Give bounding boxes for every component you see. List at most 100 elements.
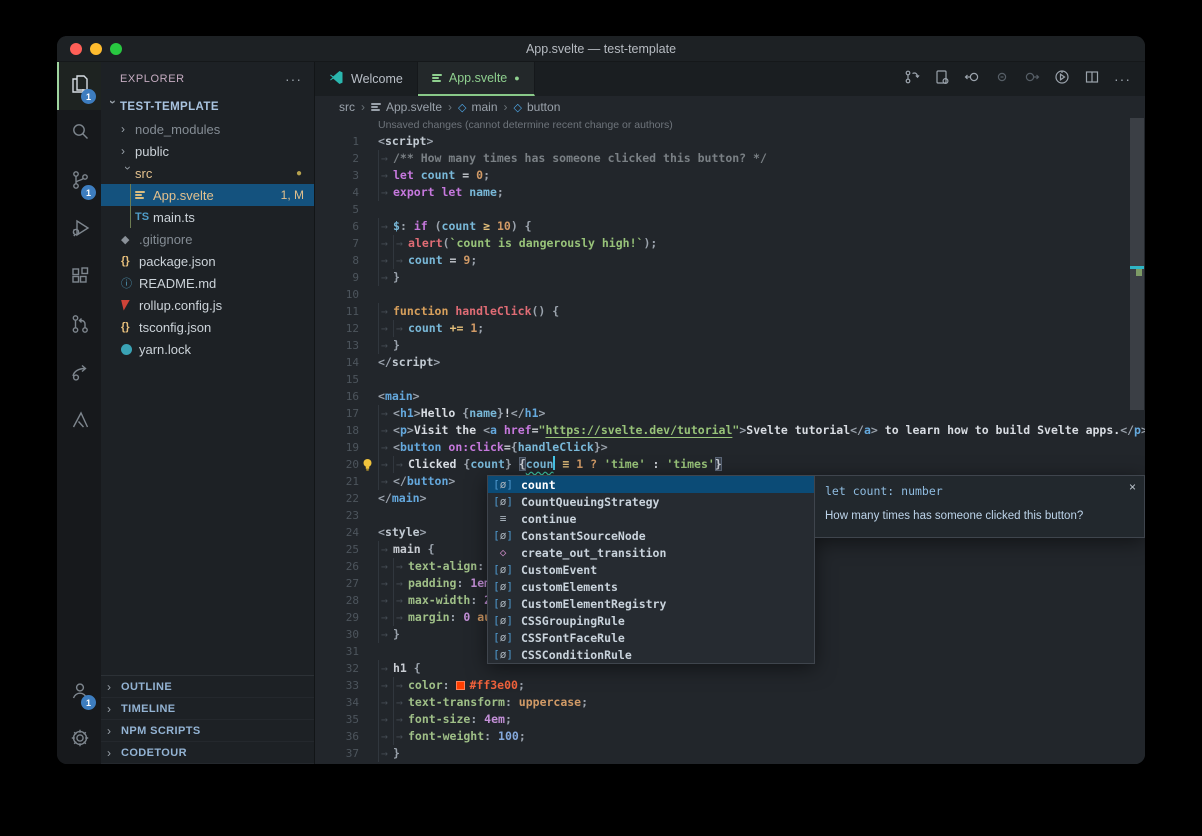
code-line[interactable]: 8→→count = 9; <box>315 252 1145 269</box>
code-line[interactable]: 4→export let name; <box>315 184 1145 201</box>
tree-item-test-template[interactable]: ›TEST-TEMPLATE <box>101 96 314 118</box>
back-icon[interactable] <box>964 69 980 90</box>
indent-guide <box>130 184 131 206</box>
whitespace-arrow: → <box>378 337 393 354</box>
code-line[interactable]: 36→→font-weight: 100; <box>315 728 1145 745</box>
suggest-item-constantsourcenode[interactable]: [ø]ConstantSourceNode <box>488 527 814 544</box>
open-changes-icon[interactable] <box>904 69 920 90</box>
code-line[interactable]: 35→→font-size: 4em; <box>315 711 1145 728</box>
activity-azure[interactable] <box>57 398 101 446</box>
line-number: 11 <box>315 303 359 320</box>
line-number: 10 <box>315 286 359 303</box>
more-editor-actions-icon[interactable]: ··· <box>1114 71 1131 87</box>
activity-bar: 1 1 <box>57 62 101 764</box>
activity-source-control[interactable]: 1 <box>57 158 101 206</box>
code-line[interactable]: 7→→alert(`count is dangerously high!`); <box>315 235 1145 252</box>
suggest-item-count[interactable]: [ø]count <box>488 476 814 493</box>
activity-pull-request[interactable] <box>57 302 101 350</box>
svelte-file-icon <box>432 74 442 82</box>
code-line[interactable]: 5 <box>315 201 1145 218</box>
tab-app-svelte[interactable]: App.svelte● <box>418 62 535 96</box>
activity-run-debug[interactable] <box>57 206 101 254</box>
suggest-item-cssfontfacerule[interactable]: [ø]CSSFontFaceRule <box>488 629 814 646</box>
line-number: 19 <box>315 439 359 456</box>
breadcrumb-item-src[interactable]: src <box>339 100 355 114</box>
tree-item-node-modules[interactable]: ›node_modules <box>101 118 314 140</box>
suggest-item-create-out-transition[interactable]: ◇create_out_transition <box>488 544 814 561</box>
suggest-bracket-icon: [ø] <box>492 529 514 542</box>
tree-item-readme-md[interactable]: ⓘREADME.md <box>101 272 314 294</box>
code-line[interactable]: 18→<p>Visit the <a href="https://svelte.… <box>315 422 1145 439</box>
breadcrumb-item-app-svelte[interactable]: App.svelte <box>371 100 442 114</box>
forward-icon[interactable] <box>1024 69 1040 90</box>
code-line[interactable]: 11→function handleClick() { <box>315 303 1145 320</box>
code-line[interactable]: 15 <box>315 371 1145 388</box>
section-codetour[interactable]: ›CODETOUR <box>101 742 314 764</box>
code-line[interactable]: 19→<button on:click={handleClick}> <box>315 439 1145 456</box>
whitespace-arrow: → <box>378 167 393 184</box>
line-number: 16 <box>315 388 359 405</box>
run-debug-icon[interactable] <box>1054 69 1070 90</box>
tree-item-app-svelte[interactable]: App.svelte1, M <box>101 184 314 206</box>
tree-item-label: yarn.lock <box>139 342 191 357</box>
code-line[interactable]: 34→→text-transform: uppercase; <box>315 694 1145 711</box>
code-line[interactable]: 17→<h1>Hello {name}!</h1> <box>315 405 1145 422</box>
breadcrumb-item-main[interactable]: ◇main <box>458 100 497 114</box>
tree-item-public[interactable]: ›public <box>101 140 314 162</box>
code-line[interactable]: 3→let count = 0; <box>315 167 1145 184</box>
activity-search[interactable] <box>57 110 101 158</box>
code-editor[interactable]: Unsaved changes (cannot determine recent… <box>315 118 1145 764</box>
tree-item-package-json[interactable]: {}package.json <box>101 250 314 272</box>
scrollbar-thumb[interactable] <box>1130 118 1144 410</box>
suggest-item-label: CSSConditionRule <box>521 648 632 662</box>
code-line[interactable]: 9→} <box>315 269 1145 286</box>
chevron-icon: › <box>121 166 135 180</box>
tree-item-gitignore[interactable]: ◆.gitignore <box>101 228 314 250</box>
section-outline[interactable]: ›OUTLINE <box>101 676 314 698</box>
suggest-item-customelements[interactable]: [ø]customElements <box>488 578 814 595</box>
suggest-item-continue[interactable]: ≡continue <box>488 510 814 527</box>
suggest-item-cssgroupingrule[interactable]: [ø]CSSGroupingRule <box>488 612 814 629</box>
suggest-item-customelementregistry[interactable]: [ø]CustomElementRegistry <box>488 595 814 612</box>
activity-live-share[interactable] <box>57 350 101 398</box>
tree-item-src[interactable]: ›src● <box>101 162 314 184</box>
file-tree: ›TEST-TEMPLATE›node_modules›public›src●A… <box>101 96 314 675</box>
breadcrumb-label: main <box>472 100 498 114</box>
activity-extensions[interactable] <box>57 254 101 302</box>
activity-account[interactable]: 1 <box>57 668 101 716</box>
activity-settings[interactable] <box>57 716 101 764</box>
file-icon-git: ◆ <box>121 233 139 246</box>
section-npm-scripts[interactable]: ›NPM SCRIPTS <box>101 720 314 742</box>
code-line[interactable]: 6→$: if (count ≥ 10) { <box>315 218 1145 235</box>
tree-item-yarn-lock[interactable]: yarn.lock <box>101 338 314 360</box>
code-line[interactable]: 37→} <box>315 745 1145 762</box>
code-line[interactable]: 10 <box>315 286 1145 303</box>
suggest-item-countqueuingstrategy[interactable]: [ø]CountQueuingStrategy <box>488 493 814 510</box>
split-editor-icon[interactable] <box>1084 69 1100 90</box>
code-line[interactable]: 12→→count += 1; <box>315 320 1145 337</box>
code-line[interactable]: 14</script> <box>315 354 1145 371</box>
tab-welcome[interactable]: Welcome <box>315 62 418 96</box>
code-line[interactable]: 2→/** How many times has someone clicked… <box>315 150 1145 167</box>
tree-item-main-ts[interactable]: TSmain.ts <box>101 206 314 228</box>
file-icon-ts: TS <box>135 211 153 223</box>
tree-item-tsconfig-json[interactable]: {}tsconfig.json <box>101 316 314 338</box>
whitespace-arrow: → <box>378 728 393 745</box>
breadcrumb-item-button[interactable]: ◇button <box>514 100 561 114</box>
tree-item-rollup-config-js[interactable]: rollup.config.js <box>101 294 314 316</box>
notebook-icon[interactable] <box>934 69 950 90</box>
code-line[interactable]: 1<script> <box>315 133 1145 150</box>
activity-explorer[interactable]: 1 <box>57 62 101 110</box>
suggest-item-customevent[interactable]: [ø]CustomEvent <box>488 561 814 578</box>
suggest-keyword-icon: ≡ <box>492 512 514 525</box>
code-line[interactable]: 13→} <box>315 337 1145 354</box>
code-line[interactable]: 33→→color: #ff3e00; <box>315 677 1145 694</box>
code-line[interactable]: 20→→Clicked {count} {coun ≡ 1 ? 'time' :… <box>315 456 1145 473</box>
close-icon[interactable]: × <box>1129 480 1136 494</box>
suggest-item-cssconditionrule[interactable]: [ø]CSSConditionRule <box>488 646 814 663</box>
more-actions-icon[interactable]: ··· <box>285 71 302 87</box>
section-timeline[interactable]: ›TIMELINE <box>101 698 314 720</box>
yarn-icon <box>121 344 132 355</box>
whitespace-arrow: → <box>393 609 408 626</box>
code-line[interactable]: 16<main> <box>315 388 1145 405</box>
